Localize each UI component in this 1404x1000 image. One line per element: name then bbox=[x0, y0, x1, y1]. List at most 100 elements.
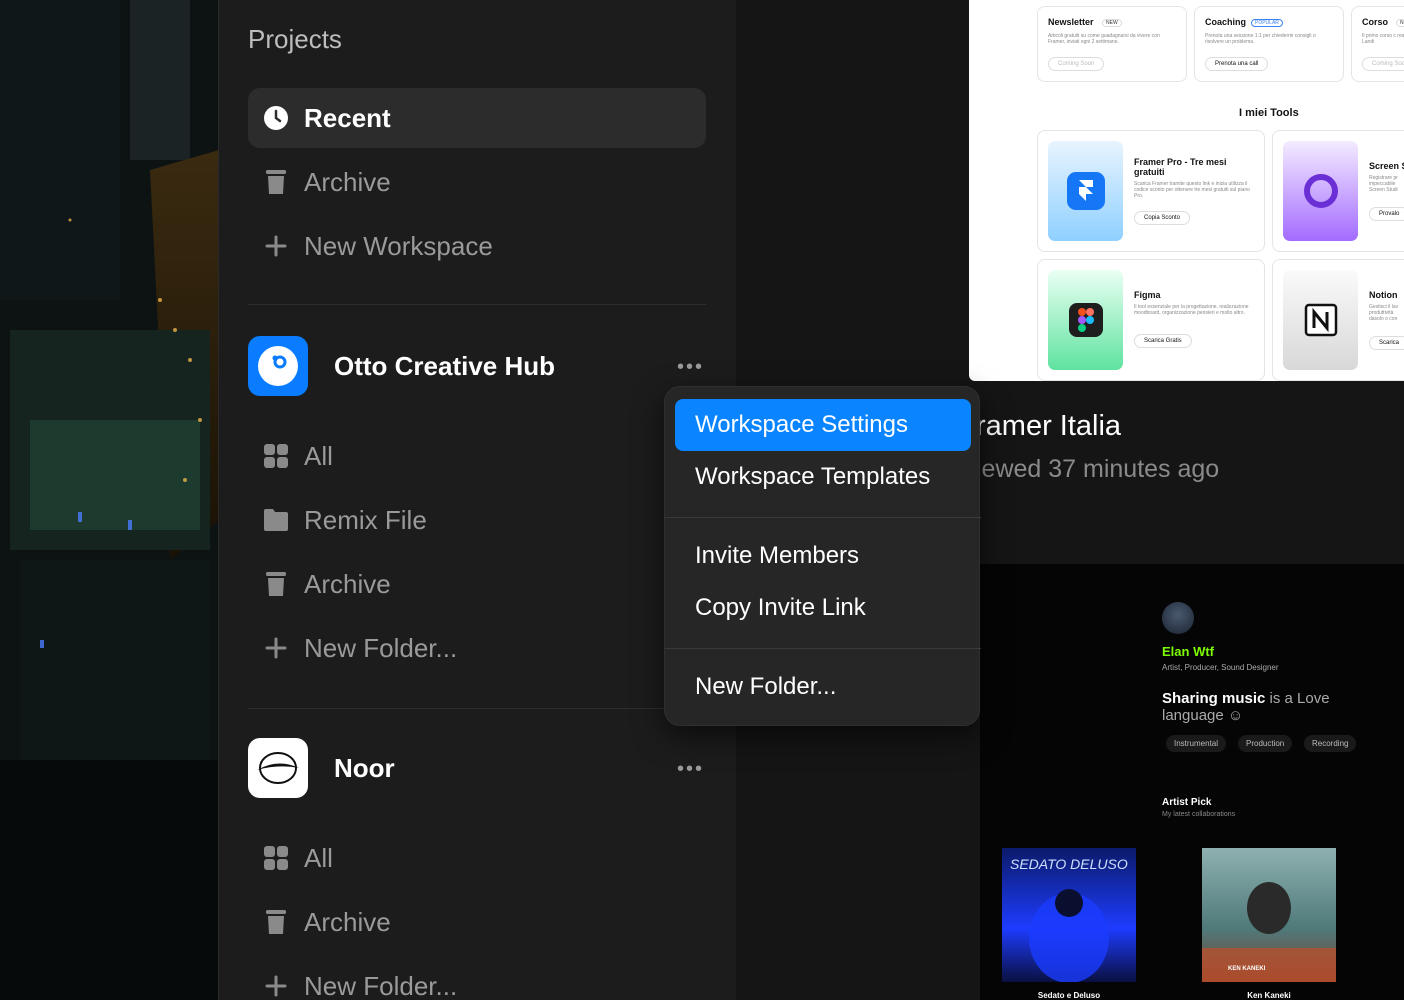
tag[interactable]: Production bbox=[1238, 735, 1293, 752]
tool-button[interactable]: Copia Sconto bbox=[1134, 211, 1191, 225]
card-title: Coaching bbox=[1205, 17, 1247, 27]
project-title[interactable]: ramer Italia bbox=[976, 410, 1121, 443]
figma-icon bbox=[1048, 270, 1123, 370]
sidebar-item-label: Archive bbox=[304, 906, 391, 937]
city-night-image bbox=[0, 0, 219, 1000]
card-button[interactable]: Prenota una call bbox=[1205, 57, 1269, 71]
otto-logo-icon bbox=[248, 336, 308, 396]
project-thumbnail-framer-italia[interactable]: Newsletter NEW Articoli gratuiti su come… bbox=[969, 0, 1404, 381]
card-text: Articoli gratuiti su come guadagnarsi da… bbox=[1048, 33, 1160, 45]
tool-button[interactable]: Provalo bbox=[1369, 207, 1404, 221]
sidebar-item-archive[interactable]: Archive bbox=[248, 892, 706, 952]
sidebar-divider bbox=[248, 708, 706, 709]
workspace-more-button[interactable]: ••• bbox=[677, 356, 704, 379]
tool-card-screen-studio: Screen S Registrare pr impeccabile Scree… bbox=[1272, 130, 1404, 252]
noor-logo-icon bbox=[248, 738, 308, 798]
sidebar-item-recent[interactable]: Recent bbox=[248, 88, 706, 148]
sidebar-item-label: Remix File bbox=[304, 504, 427, 535]
corso-card: Corso NE Il primo corso c realizzare Lan… bbox=[1351, 6, 1404, 82]
clock-icon bbox=[248, 105, 304, 131]
menu-item-new-folder[interactable]: New Folder... bbox=[675, 661, 971, 713]
framer-icon bbox=[1048, 141, 1123, 241]
card-title: Newsletter bbox=[1048, 17, 1094, 27]
artist-name: Elan Wtf bbox=[1162, 644, 1214, 659]
album-cover[interactable]: SEDATO DELUSO bbox=[1002, 848, 1136, 983]
sidebar-item-label: Archive bbox=[304, 166, 391, 197]
plus-icon bbox=[248, 235, 304, 257]
album-caption: Ken Kaneki bbox=[1247, 991, 1291, 1000]
project-last-viewed: iewed 37 minutes ago bbox=[976, 455, 1220, 483]
section-title: I miei Tools bbox=[1239, 107, 1299, 119]
workspace-name: Noor bbox=[334, 752, 395, 783]
tool-name: Screen S bbox=[1369, 161, 1404, 171]
card-text: Il primo corso c realizzare Landi bbox=[1362, 33, 1404, 45]
sidebar-item-all[interactable]: All bbox=[248, 426, 706, 486]
artist-role: Artist, Producer, Sound Designer bbox=[1162, 663, 1279, 672]
sidebar-item-archive[interactable]: Archive bbox=[248, 554, 706, 614]
menu-divider bbox=[665, 517, 981, 518]
plus-icon bbox=[248, 975, 304, 997]
newsletter-card: Newsletter NEW Articoli gratuiti su come… bbox=[1037, 6, 1187, 82]
sidebar-divider bbox=[248, 304, 706, 305]
sidebar-item-label: New Folder... bbox=[304, 632, 458, 663]
background-city-photo bbox=[0, 0, 219, 1000]
sidebar-item-label: All bbox=[304, 842, 333, 873]
sidebar-item-all[interactable]: All bbox=[248, 828, 706, 888]
sidebar-item-new-folder[interactable]: New Folder... bbox=[248, 618, 706, 678]
tool-card-framer: Framer Pro - Tre mesi gratuiti Scarica F… bbox=[1037, 130, 1265, 252]
trash-icon bbox=[248, 909, 304, 935]
sidebar-item-new-folder[interactable]: New Folder... bbox=[248, 956, 706, 1000]
workspace-more-button[interactable]: ••• bbox=[677, 758, 704, 781]
sidebar-item-remix-file[interactable]: Remix File bbox=[248, 490, 706, 550]
tool-button[interactable]: Scarica Gratis bbox=[1134, 334, 1192, 348]
card-text: Prenota una sessione 1:1 per chiedermi c… bbox=[1205, 33, 1316, 45]
sidebar-item-new-workspace[interactable]: New Workspace bbox=[248, 216, 706, 276]
avatar bbox=[1162, 602, 1194, 634]
project-thumbnail-elan-wtf[interactable]: Elan Wtf Artist, Producer, Sound Designe… bbox=[980, 564, 1404, 1000]
card-button[interactable]: Coming Soo bbox=[1362, 57, 1404, 71]
folder-icon bbox=[248, 508, 304, 532]
trash-icon bbox=[248, 169, 304, 195]
workspace-noor[interactable]: Noor ••• bbox=[248, 738, 706, 798]
tool-button[interactable]: Scarica bbox=[1369, 336, 1404, 350]
headline: Sharing music is a Love language ☺ bbox=[1162, 690, 1382, 724]
artist-pick-title: Artist Pick bbox=[1162, 797, 1212, 808]
trash-icon bbox=[248, 571, 304, 597]
tool-card-notion: Notion Gestisci il lav produttività daso… bbox=[1272, 259, 1404, 381]
artist-pick-subtitle: My latest collaborations bbox=[1162, 811, 1236, 818]
card-title: Corso bbox=[1362, 17, 1389, 27]
album-cover[interactable]: KEN KANEKI bbox=[1202, 848, 1336, 982]
menu-item-invite-members[interactable]: Invite Members bbox=[675, 530, 971, 582]
sidebar-item-label: New Folder... bbox=[304, 970, 458, 1000]
coaching-card: Coaching POPULAR Prenota una sessione 1:… bbox=[1194, 6, 1344, 82]
plus-icon bbox=[248, 637, 304, 659]
card-button[interactable]: Coming Soon bbox=[1048, 57, 1105, 71]
headline-bold: Sharing music bbox=[1162, 690, 1266, 707]
sidebar-item-label: Recent bbox=[304, 102, 391, 133]
tool-text: Gestisci il lav produttività dasolo o co… bbox=[1369, 304, 1399, 322]
tag[interactable]: Recording bbox=[1304, 735, 1357, 752]
menu-item-workspace-templates[interactable]: Workspace Templates bbox=[675, 451, 971, 503]
workspace-name: Otto Creative Hub bbox=[334, 350, 556, 381]
sidebar-item-label: All bbox=[304, 440, 333, 471]
notion-icon bbox=[1283, 270, 1358, 370]
screen-studio-icon bbox=[1283, 141, 1358, 241]
card-badge: NEW bbox=[1102, 19, 1122, 27]
workspace-otto-creative-hub[interactable]: Otto Creative Hub ••• bbox=[248, 336, 706, 396]
grid-icon bbox=[248, 443, 304, 469]
menu-item-workspace-settings[interactable]: Workspace Settings bbox=[675, 399, 971, 451]
tool-name: Framer Pro - Tre mesi gratuiti bbox=[1134, 157, 1227, 177]
album-cover-text: SEDATO DELUSO bbox=[1010, 856, 1128, 872]
menu-divider bbox=[665, 648, 981, 649]
grid-icon bbox=[248, 845, 304, 871]
menu-item-copy-invite-link[interactable]: Copy Invite Link bbox=[675, 582, 971, 634]
tool-name: Notion bbox=[1369, 290, 1398, 300]
sidebar-item-label: Archive bbox=[304, 568, 391, 599]
tool-text: Registrare pr impeccabile Screen Studi bbox=[1369, 175, 1398, 193]
sidebar-title: Projects bbox=[248, 24, 342, 54]
tool-text: Scarica Framer tramite questo link e ini… bbox=[1134, 181, 1250, 199]
sidebar-item-archive[interactable]: Archive bbox=[248, 152, 706, 212]
projects-sidebar: Projects Recent Archive New Workspace Ot… bbox=[219, 0, 736, 1000]
tool-card-figma: Figma Il tool essenziale per la progetta… bbox=[1037, 259, 1265, 381]
tag[interactable]: Instrumental bbox=[1166, 735, 1227, 752]
